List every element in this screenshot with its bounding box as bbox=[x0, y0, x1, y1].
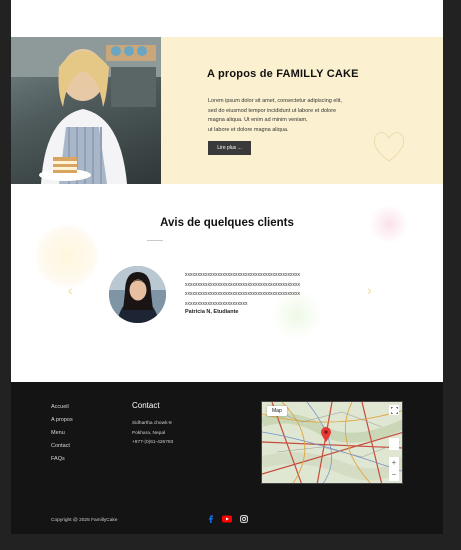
footer-link-contact[interactable]: Contact bbox=[51, 440, 73, 453]
footer: Accueil A propos Menu Contact FAQs Conta… bbox=[11, 382, 443, 534]
reviewer-avatar bbox=[109, 266, 166, 323]
chevron-left-icon[interactable]: ‹ bbox=[68, 282, 73, 298]
map-zoom-control: + − bbox=[389, 457, 399, 481]
footer-link-menu[interactable]: Menu bbox=[51, 427, 73, 440]
map-type-button[interactable]: Map bbox=[267, 406, 287, 416]
reviewer-name: Patricia N, Etudiante bbox=[185, 309, 239, 315]
footer-link-accueil[interactable]: Accueil bbox=[51, 401, 73, 414]
reviews-title: Avis de quelques clients bbox=[160, 217, 294, 229]
review-text-line: xxxxxxxxxxxxxxxxxxxxxxxxxxxxxxxxxxxxxxxx… bbox=[185, 272, 300, 278]
embedded-map[interactable]: Map + − bbox=[261, 401, 403, 484]
contact-address-line: Sidhartha chowk-8 bbox=[132, 421, 172, 426]
fullscreen-icon[interactable] bbox=[389, 405, 399, 415]
about-text: Lorem ipsum dolor sit amet, consectetur … bbox=[208, 97, 378, 135]
about-section: A propos de FAMILLY CAKE Lorem ipsum dol… bbox=[11, 37, 443, 184]
about-text-line: ut labore et dolore magna aliqua. bbox=[208, 126, 289, 133]
baker-photo bbox=[11, 37, 161, 184]
contact-title: Contact bbox=[132, 401, 160, 410]
review-text-line: xxxxxxxxxxxxxxxxxxxxxxxxxxxxxxxxxxxxxxxx… bbox=[185, 281, 300, 288]
footer-link-a-propos[interactable]: A propos bbox=[51, 414, 73, 427]
contact-city-line: Pokhara, Nepal bbox=[132, 430, 166, 436]
chevron-right-icon[interactable]: › bbox=[367, 282, 372, 298]
instagram-icon[interactable] bbox=[240, 515, 248, 523]
youtube-icon[interactable] bbox=[222, 515, 232, 523]
street-view-button[interactable] bbox=[389, 438, 399, 450]
about-text-line: magna aliqua. Ut enim ad minim veniam, bbox=[208, 117, 308, 123]
social-links bbox=[207, 515, 248, 523]
heart-outline-icon bbox=[371, 129, 407, 168]
reviews-section: Avis de quelques clients ‹ › xxxxxxxxxxx… bbox=[11, 184, 443, 382]
zoom-out-button[interactable]: − bbox=[389, 469, 399, 481]
about-text-line: Lorem ipsum dolor sit amet, consectetur … bbox=[208, 98, 342, 104]
copyright-text: Copyright @ 2025 FamillyCake bbox=[51, 518, 118, 523]
map-pin-icon bbox=[321, 427, 331, 447]
facebook-icon[interactable] bbox=[207, 515, 214, 523]
footer-link-faqs[interactable]: FAQs bbox=[51, 453, 73, 466]
about-title: A propos de FAMILLY CAKE bbox=[207, 68, 359, 80]
review-text-line: xxxxxxxxxxxxxxxxxxxxxxxxxxxxxxxxxxxxxxxx… bbox=[185, 291, 300, 298]
about-text-line: sed do eiusmod tempor incididunt ut labo… bbox=[208, 107, 337, 114]
page-frame: A propos de FAMILLY CAKE Lorem ipsum dol… bbox=[11, 0, 443, 534]
read-more-button[interactable]: Lire plus ... bbox=[208, 141, 251, 155]
contact-details: Sidhartha chowk-8 Pokhara, Nepal +977-(0… bbox=[132, 419, 173, 448]
reviews-title-underline bbox=[147, 240, 163, 241]
zoom-in-button[interactable]: + bbox=[389, 457, 399, 469]
decor-blob-yellow bbox=[35, 224, 99, 288]
contact-phone-line: +977-(0)61-426793 bbox=[132, 440, 174, 446]
footer-links: Accueil A propos Menu Contact FAQs bbox=[51, 401, 73, 466]
review-text: xxxxxxxxxxxxxxxxxxxxxxxxxxxxxxxxxxxxxxxx… bbox=[185, 271, 335, 310]
